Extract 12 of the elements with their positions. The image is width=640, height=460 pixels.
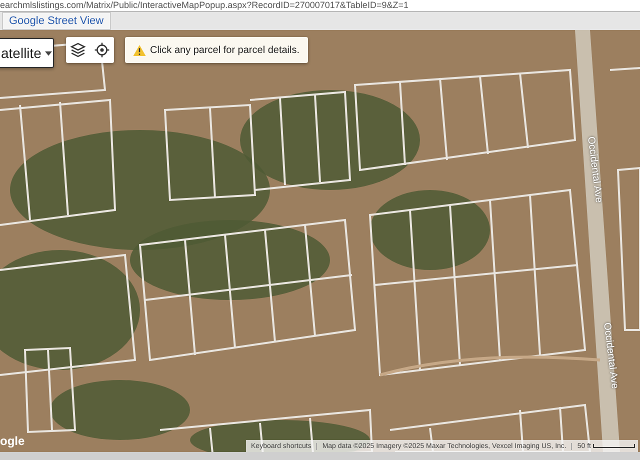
layers-icon[interactable]: [70, 42, 86, 58]
map-type-dropdown[interactable]: atellite: [0, 38, 54, 68]
street-label: Occidental Ave: [585, 136, 604, 204]
street-label: Occidental Ave: [601, 322, 620, 390]
notice-text: Click any parcel for parcel details.: [150, 44, 300, 56]
caret-icon: [45, 50, 52, 56]
warning-icon: [133, 44, 146, 56]
locate-icon[interactable]: [94, 42, 110, 58]
map-logo: ogle: [0, 434, 25, 448]
street-view-tab[interactable]: Google Street View: [2, 12, 111, 30]
address-bar[interactable]: earchmlslistings.com/Matrix/Public/InteractiveMapPopup.aspx?RecordID=270007017&TableID=9&Z=1: [0, 0, 640, 12]
scale-bar: [593, 444, 635, 448]
